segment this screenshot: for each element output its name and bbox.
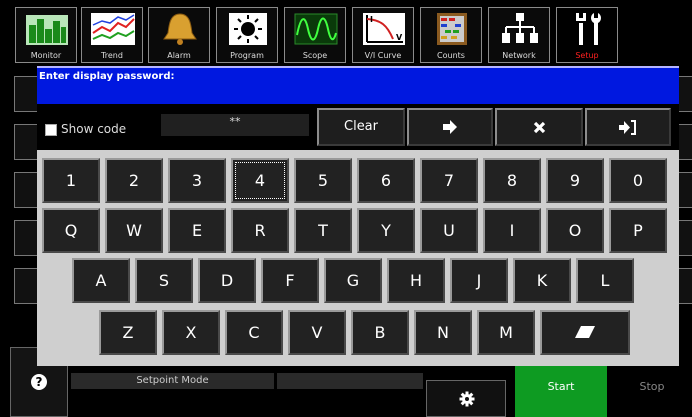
key-v[interactable]: V [288,310,346,355]
settings-button[interactable] [426,380,506,417]
key-9[interactable]: 9 [546,158,604,203]
dialog-prompt: Enter display password: [39,71,175,82]
key-e[interactable]: E [168,208,226,253]
gear-icon [459,391,475,407]
tab-alarm[interactable]: Alarm [148,7,210,63]
arrow-right-icon [443,120,457,134]
key-4[interactable]: 4 [231,158,289,203]
main-toolbar: Monitor Trend Alarm Program Scope I V V/… [0,0,692,66]
tab-label: Scope [302,51,328,60]
key-r[interactable]: R [231,208,289,253]
tab-counts[interactable]: Counts [420,7,482,63]
enter-button[interactable] [407,108,493,146]
tab-label: Trend [101,51,123,60]
waveform-icon [294,13,338,45]
key-6[interactable]: 6 [357,158,415,203]
background-button[interactable] [14,76,38,112]
value-field [277,373,423,389]
tab-scope[interactable]: Scope [284,7,346,63]
key-s[interactable]: S [135,258,193,303]
show-code-label: Show code [61,122,127,136]
trend-lines-icon [91,13,135,45]
key-d[interactable]: D [198,258,256,303]
clear-button[interactable]: Clear [317,108,405,146]
key-z[interactable]: Z [99,310,157,355]
show-code-checkbox[interactable] [45,124,57,136]
key-n[interactable]: N [414,310,472,355]
tab-label: Setup [575,51,599,60]
bell-icon [163,13,197,45]
bar-chart-icon [26,15,68,45]
tab-label: Monitor [30,51,62,60]
key-f[interactable]: F [261,258,319,303]
question-icon: ? [31,374,47,390]
dialog-controls: Show code ** Clear [37,104,679,150]
vi-curve-icon: I V [363,13,405,45]
background-button[interactable] [14,172,38,208]
key-b[interactable]: B [351,310,409,355]
network-icon [502,13,538,43]
sign-in-icon [619,120,636,135]
key-m[interactable]: M [477,310,535,355]
key-x[interactable]: X [162,310,220,355]
tab-monitor[interactable]: Monitor [15,7,77,63]
background-button[interactable] [14,268,38,304]
tab-trend[interactable]: Trend [81,7,143,63]
key-u[interactable]: U [420,208,478,253]
sun-icon [229,13,267,45]
key-7[interactable]: 7 [420,158,478,203]
key-g[interactable]: G [324,258,382,303]
x-icon [533,121,545,134]
key-a[interactable]: A [72,258,130,303]
key-q[interactable]: Q [42,208,100,253]
tab-label: V/I Curve [364,51,402,60]
key-1[interactable]: 1 [42,158,100,203]
cancel-button[interactable] [495,108,583,146]
svg-text:V: V [396,33,403,42]
key-l[interactable]: L [576,258,634,303]
abacus-icon [437,13,467,45]
key-5[interactable]: 5 [294,158,352,203]
key-t[interactable]: T [294,208,352,253]
key-p[interactable]: P [609,208,667,253]
setpoint-mode-field: Setpoint Mode [71,373,274,389]
key-w[interactable]: W [105,208,163,253]
password-field[interactable]: ** [161,114,309,136]
key-i[interactable]: I [483,208,541,253]
key-0[interactable]: 0 [609,158,667,203]
tab-network[interactable]: Network [488,7,550,63]
key-o[interactable]: O [546,208,604,253]
tab-setup[interactable]: Setup [556,7,618,63]
key-8[interactable]: 8 [483,158,541,203]
key-c[interactable]: C [225,310,283,355]
stop-button[interactable]: Stop [612,357,692,417]
key-y[interactable]: Y [357,208,415,253]
svg-text:I: I [370,15,373,24]
backspace-key[interactable] [540,310,630,355]
background-button[interactable] [14,220,38,256]
key-j[interactable]: J [450,258,508,303]
key-k[interactable]: K [513,258,571,303]
tab-vi-curve[interactable]: I V V/I Curve [352,7,414,63]
login-button[interactable] [585,108,671,146]
tab-label: Alarm [167,51,191,60]
on-screen-keyboard: 1 2 3 4 5 6 7 8 9 0 Q W E R T Y U I O P … [37,150,679,366]
tools-icon [576,13,601,45]
tab-label: Program [230,51,264,60]
tab-program[interactable]: Program [216,7,278,63]
key-2[interactable]: 2 [105,158,163,203]
dialog-header: Enter display password: [37,66,679,104]
key-h[interactable]: H [387,258,445,303]
eraser-icon [575,326,595,338]
start-button[interactable]: Start [515,357,607,417]
key-3[interactable]: 3 [168,158,226,203]
password-dialog: Enter display password: Show code ** Cle… [37,66,679,366]
background-button[interactable] [14,124,38,160]
tab-label: Counts [437,51,465,60]
tab-label: Network [502,51,536,60]
